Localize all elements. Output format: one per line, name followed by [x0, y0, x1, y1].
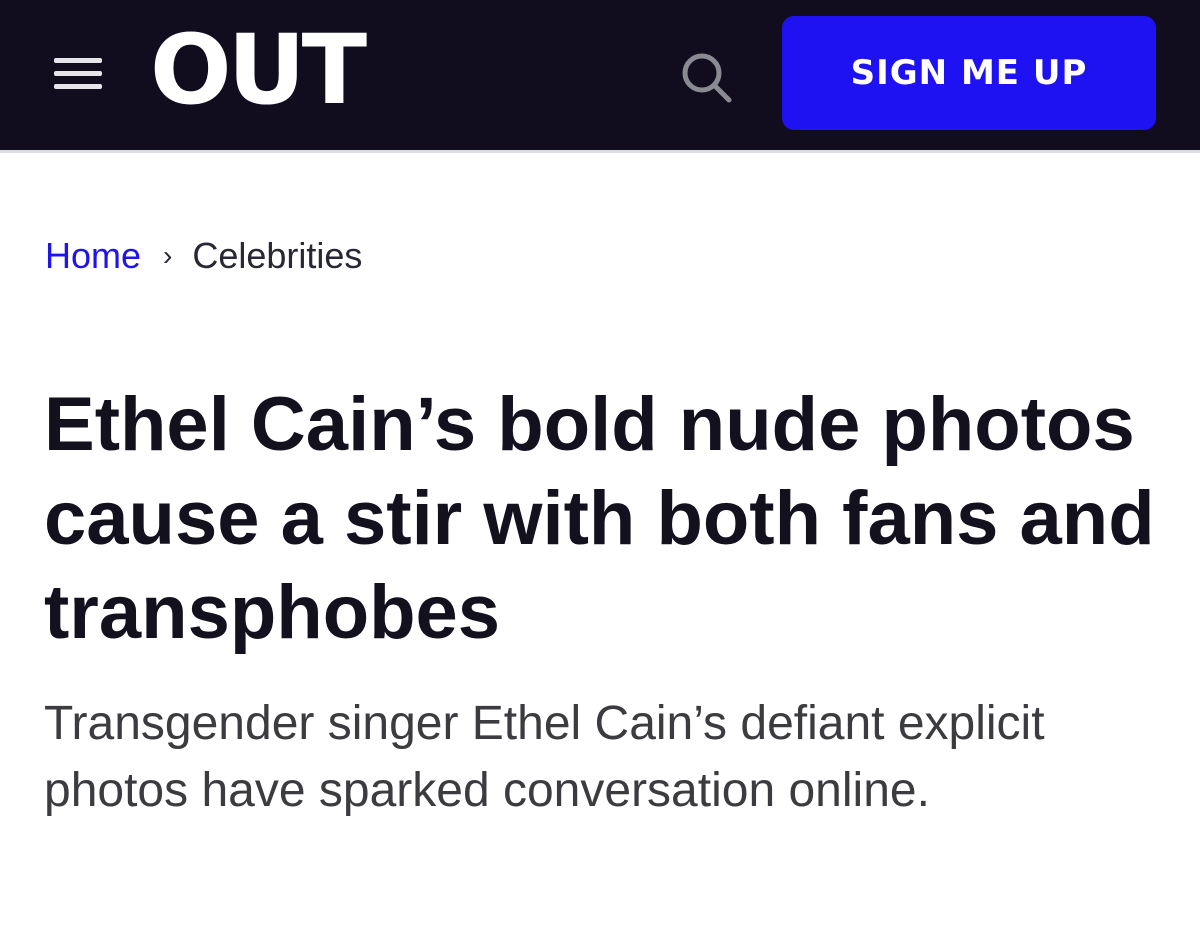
- article-headline: Ethel Cain’s bold nude photos cause a st…: [44, 382, 1155, 655]
- site-logo[interactable]: OUT: [150, 20, 367, 120]
- site-header: OUT SIGN ME UP: [0, 0, 1200, 150]
- article-subheadline: Transgender singer Ethel Cain’s defiant …: [44, 697, 1045, 817]
- breadcrumb-home-link[interactable]: Home: [45, 235, 141, 276]
- breadcrumb: Home › Celebrities: [45, 232, 362, 280]
- search-icon-graphic: [682, 53, 732, 103]
- breadcrumb-separator-icon: ›: [163, 240, 173, 271]
- menu-bar: [54, 84, 102, 89]
- menu-bar: [54, 58, 102, 63]
- search-icon[interactable]: [678, 50, 736, 104]
- hamburger-menu-icon[interactable]: [50, 54, 106, 94]
- header-divider: [0, 150, 1200, 153]
- breadcrumb-celebrities-link[interactable]: Celebrities: [192, 235, 362, 276]
- sign-me-up-button[interactable]: SIGN ME UP: [782, 16, 1156, 130]
- menu-bar: [54, 71, 102, 76]
